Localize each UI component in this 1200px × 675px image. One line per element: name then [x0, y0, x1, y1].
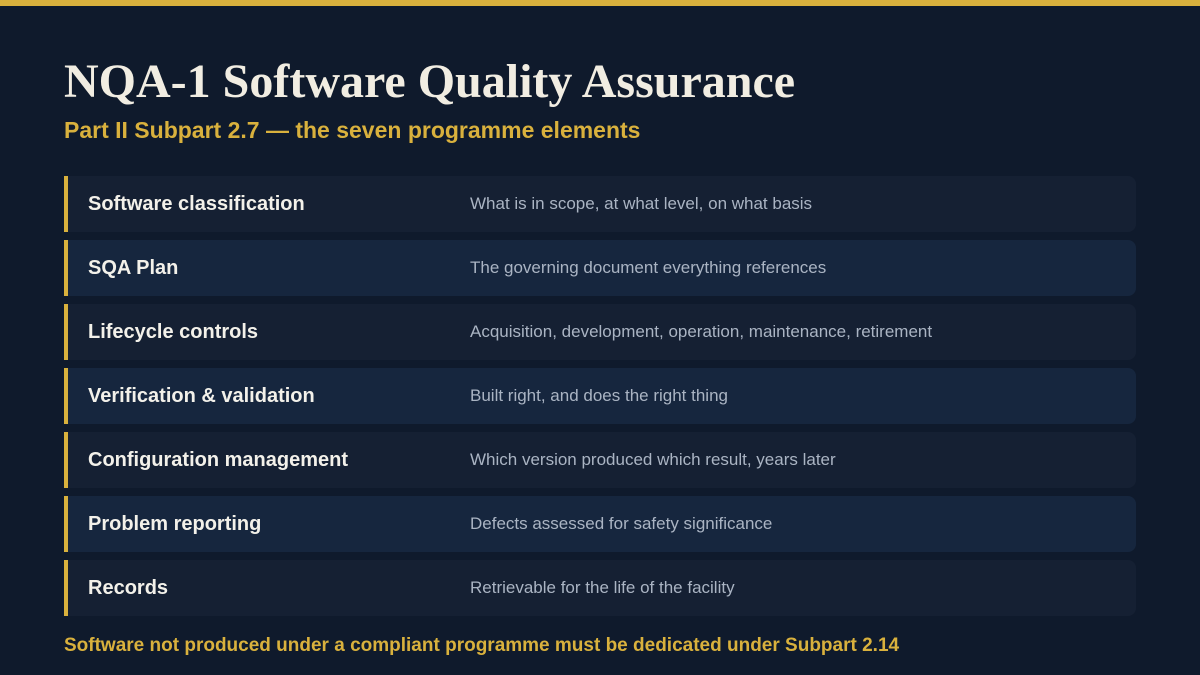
element-label: Configuration management	[88, 448, 349, 471]
element-label: Records	[88, 576, 169, 599]
element-description: What is in scope, at what level, on what…	[470, 194, 813, 213]
element-description: Defects assessed for safety significance	[470, 514, 773, 533]
top-accent-bar	[0, 0, 1200, 6]
footer-note: Software not produced under a compliant …	[64, 635, 900, 656]
element-label: SQA Plan	[88, 256, 179, 279]
element-label: Problem reporting	[88, 512, 262, 535]
programme-elements-list: Software classification What is in scope…	[64, 176, 1136, 624]
element-row-problem-reporting: Problem reporting Defects assessed for s…	[64, 496, 1136, 552]
element-description: Built right, and does the right thing	[470, 386, 728, 405]
element-description: Acquisition, development, operation, mai…	[470, 322, 933, 341]
element-row-sqa-plan: SQA Plan The governing document everythi…	[64, 240, 1136, 296]
slide-subtitle: Part II Subpart 2.7 — the seven programm…	[64, 117, 641, 143]
element-label: Lifecycle controls	[88, 320, 259, 343]
element-description: Which version produced which result, yea…	[470, 450, 836, 469]
slide-title: NQA-1 Software Quality Assurance	[64, 55, 796, 108]
element-row-configuration-management: Configuration management Which version p…	[64, 432, 1136, 488]
element-row-records: Records Retrievable for the life of the …	[64, 560, 1136, 616]
element-row-verification-validation: Verification & validation Built right, a…	[64, 368, 1136, 424]
element-row-software-classification: Software classification What is in scope…	[64, 176, 1136, 232]
element-label: Software classification	[88, 192, 305, 215]
element-description: The governing document everything refere…	[470, 258, 827, 277]
element-label: Verification & validation	[88, 384, 315, 407]
element-description: Retrievable for the life of the facility	[470, 578, 735, 597]
element-row-lifecycle-controls: Lifecycle controls Acquisition, developm…	[64, 304, 1136, 360]
